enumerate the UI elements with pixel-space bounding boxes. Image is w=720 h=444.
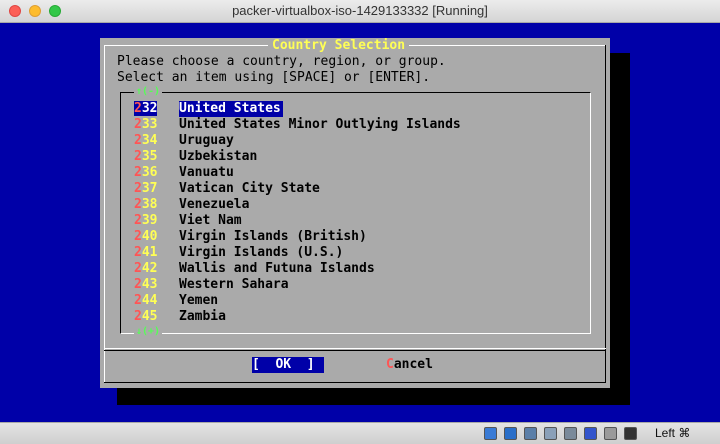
dialog-title: Country Selection [268, 38, 410, 54]
list-item-number: 234 [134, 133, 158, 148]
list-item-label: United States [179, 101, 283, 117]
list-item-label: Western Sahara [179, 277, 289, 292]
dialog-border-left [104, 45, 105, 383]
list-item-label: Vatican City State [179, 181, 320, 196]
cancel-button[interactable]: Cancel [386, 357, 433, 373]
cancel-rest: ancel [393, 357, 433, 372]
list-item-label: Uruguay [179, 133, 234, 148]
dialog-border-right [605, 45, 606, 383]
list-item-number: 232 [134, 101, 158, 116]
window-titlebar: packer-virtualbox-iso-1429133332 [Runnin… [0, 0, 720, 23]
host-key-indicator: Left ⌘ [655, 426, 691, 440]
list-item[interactable]: 242 Wallis and Futuna Islands [134, 261, 375, 277]
list-item-label: Zambia [179, 309, 226, 324]
instruction-line-1: Please choose a country, region, or grou… [117, 54, 446, 69]
list-item-label: Wallis and Futuna Islands [179, 261, 375, 276]
ok-button[interactable]: [ OK ] [252, 357, 324, 373]
cancel-hotkey: C [386, 357, 394, 372]
scroll-down-indicator: ↓(+) [134, 326, 163, 338]
instruction-line-2: Select an item using [SPACE] or [ENTER]. [117, 70, 431, 85]
list-item-number: 239 [134, 213, 158, 228]
list-item[interactable]: 240 Virgin Islands (British) [134, 229, 367, 245]
list-item-number: 241 [134, 245, 158, 260]
vm-statusbar: Left ⌘ [0, 422, 720, 444]
list-item-label: Venezuela [179, 197, 250, 212]
list-item[interactable]: 238 Venezuela [134, 197, 249, 213]
list-item-label: Virgin Islands (U.S.) [179, 245, 344, 260]
list-item-number: 240 [134, 229, 158, 244]
disk-icon[interactable] [484, 427, 497, 440]
list-item-number: 245 [134, 309, 158, 324]
scroll-up-indicator: ↑(-) [134, 86, 163, 98]
list-item-label: Yemen [179, 293, 219, 308]
list-item[interactable]: 241 Virgin Islands (U.S.) [134, 245, 343, 261]
window-title: packer-virtualbox-iso-1429133332 [Runnin… [232, 3, 488, 18]
keyboard-capture-icon[interactable] [624, 427, 637, 440]
list-item-label: United States Minor Outlying Islands [179, 117, 461, 132]
usb-icon[interactable] [564, 427, 577, 440]
mouse-integration-icon[interactable] [604, 427, 617, 440]
list-item-number: 237 [134, 181, 158, 196]
list-item[interactable]: 237 Vatican City State [134, 181, 320, 197]
list-item-label: Viet Nam [179, 213, 242, 228]
button-separator [104, 348, 606, 349]
vm-icon[interactable] [584, 427, 597, 440]
list-item-number: 243 [134, 277, 158, 292]
list-item[interactable]: 235 Uzbekistan [134, 149, 257, 165]
button-separator-shadow [104, 350, 606, 351]
dialog-border-bottom [104, 382, 606, 383]
optical-drive-icon[interactable] [504, 427, 517, 440]
list-item[interactable]: 244 Yemen [134, 293, 218, 309]
list-item[interactable]: 234 Uruguay [134, 133, 234, 149]
list-item[interactable]: 245 Zambia [134, 309, 226, 325]
list-item-number: 235 [134, 149, 158, 164]
list-item-number: 242 [134, 261, 158, 276]
shared-folder-icon[interactable] [544, 427, 557, 440]
list-item-number: 236 [134, 165, 158, 180]
list-item[interactable]: 243 Western Sahara [134, 277, 289, 293]
list-item-label: Virgin Islands (British) [179, 229, 367, 244]
list-item[interactable]: 232 United States [134, 101, 283, 117]
list-item[interactable]: 233 United States Minor Outlying Islands [134, 117, 461, 133]
list-item-label: Uzbekistan [179, 149, 258, 164]
list-item-number: 238 [134, 197, 158, 212]
list-item-label: Vanuatu [179, 165, 234, 180]
list-item-number: 233 [134, 117, 158, 132]
list-item[interactable]: 236 Vanuatu [134, 165, 234, 181]
list-item[interactable]: 239 Viet Nam [134, 213, 242, 229]
network-icon[interactable] [524, 427, 537, 440]
list-item-number: 244 [134, 293, 158, 308]
